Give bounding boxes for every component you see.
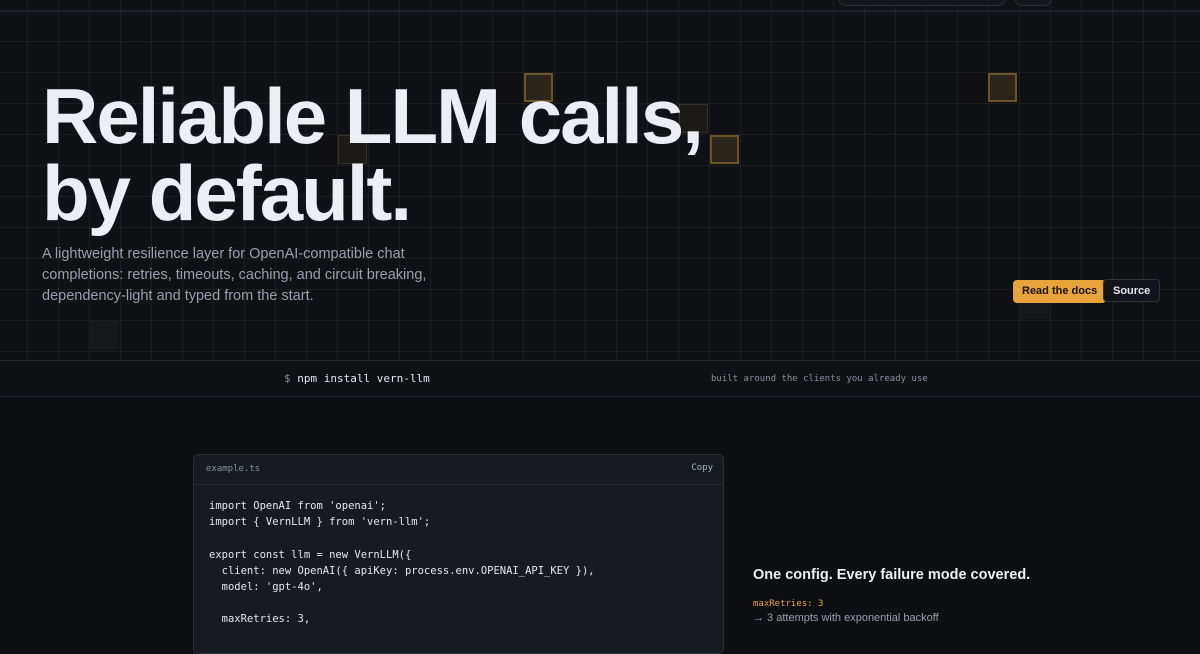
copy-button[interactable]: Copy <box>691 463 713 473</box>
feature-config-key: maxRetries: 3 <box>753 599 824 609</box>
nav-icon-button[interactable] <box>1014 0 1052 6</box>
features-title: One config. Every failure mode covered. <box>753 567 1031 583</box>
nav-search-box[interactable] <box>838 0 1006 6</box>
hero-subtitle: A lightweight resilience layer for OpenA… <box>42 246 427 304</box>
clients-tagline: built around the clients you already use <box>711 374 928 384</box>
shell-prompt: $ <box>284 372 291 385</box>
top-divider <box>0 11 1200 12</box>
source-button[interactable]: Source <box>1103 279 1161 302</box>
code-filename: example.ts <box>206 464 261 474</box>
code-example-card: example.ts Copy import OpenAI from 'open… <box>193 454 724 654</box>
feature-config-desc: → 3 attempts with exponential backoff <box>753 612 939 624</box>
install-command-text: npm install vern-llm <box>297 372 430 385</box>
hero-headline-line2: by default. <box>42 149 412 237</box>
grid-tile <box>90 321 119 350</box>
read-docs-button[interactable]: Read the docs <box>1013 280 1107 303</box>
grid-tile <box>988 73 1017 102</box>
grid-tile <box>710 135 739 164</box>
code-card-header: example.ts Copy <box>194 455 723 485</box>
hero-headline-line1: Reliable LLM calls, <box>42 72 704 160</box>
code-block: import OpenAI from 'openai'; import { Ve… <box>209 500 595 626</box>
hero-headline: Reliable LLM calls, by default. <box>42 72 704 237</box>
install-command[interactable]: $ npm install vern-llm <box>284 372 430 385</box>
install-band <box>0 360 1200 397</box>
